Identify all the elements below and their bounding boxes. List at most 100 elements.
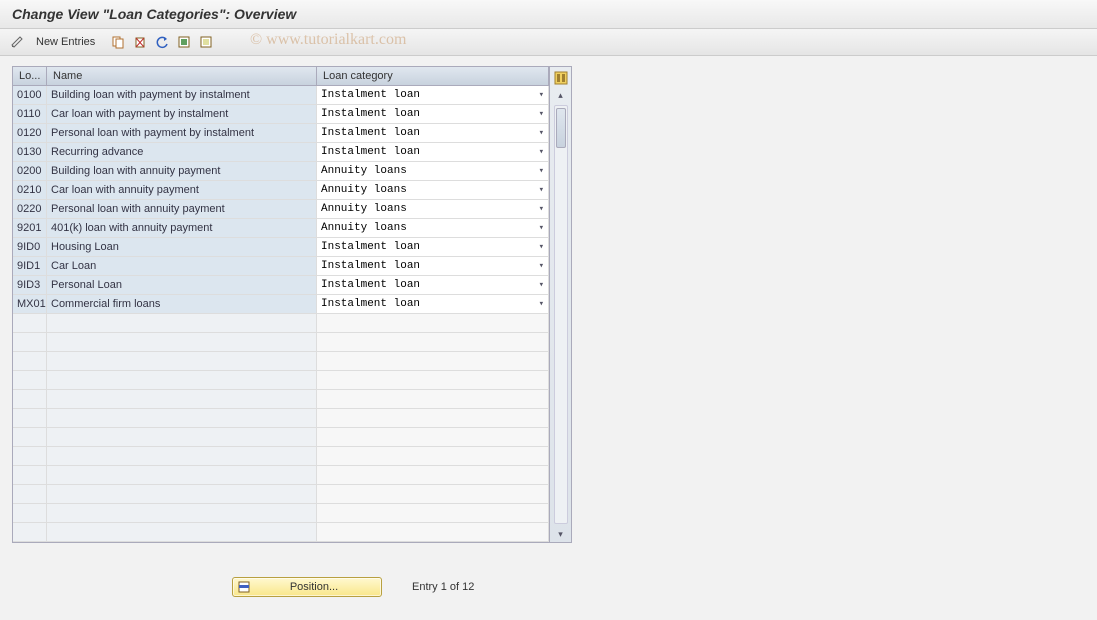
table-row-empty[interactable] — [13, 371, 549, 390]
toggle-edit-icon[interactable] — [8, 33, 26, 51]
cell-lo[interactable] — [13, 447, 47, 465]
cell-lo[interactable] — [13, 428, 47, 446]
cell-lo[interactable] — [13, 466, 47, 484]
col-header-name[interactable]: Name — [47, 67, 317, 85]
cell-lo[interactable]: 9ID3 — [13, 276, 47, 294]
cell-lo[interactable]: 0100 — [13, 86, 47, 104]
table-row-empty[interactable] — [13, 485, 549, 504]
cell-lo[interactable] — [13, 390, 47, 408]
cell-category-dropdown[interactable]: Instalment loan — [317, 295, 549, 313]
table-row[interactable]: 9ID3Personal LoanInstalment loan — [13, 276, 549, 295]
cell-lo[interactable] — [13, 333, 47, 351]
cell-category-dropdown[interactable]: Annuity loans — [317, 181, 549, 199]
table-row[interactable]: 0100Building loan with payment by instal… — [13, 86, 549, 105]
cell-name[interactable] — [47, 352, 317, 370]
table-row-empty[interactable] — [13, 428, 549, 447]
cell-category-dropdown[interactable]: Instalment loan — [317, 257, 549, 275]
cell-name[interactable] — [47, 466, 317, 484]
cell-name[interactable] — [47, 314, 317, 332]
table-row-empty[interactable] — [13, 390, 549, 409]
cell-name[interactable]: Building loan with payment by instalment — [47, 86, 317, 104]
cell-name[interactable] — [47, 409, 317, 427]
cell-category-dropdown[interactable]: Instalment loan — [317, 276, 549, 294]
cell-category-dropdown[interactable]: Annuity loans — [317, 162, 549, 180]
cell-name[interactable]: Commercial firm loans — [47, 295, 317, 313]
cell-lo[interactable]: 0130 — [13, 143, 47, 161]
cell-category-dropdown[interactable] — [317, 466, 549, 484]
cell-name[interactable]: Personal loan with payment by instalment — [47, 124, 317, 142]
cell-name[interactable]: Car loan with payment by instalment — [47, 105, 317, 123]
table-row[interactable]: 0130Recurring advanceInstalment loan — [13, 143, 549, 162]
cell-category-dropdown[interactable] — [317, 428, 549, 446]
cell-name[interactable] — [47, 333, 317, 351]
table-row[interactable]: MX01Commercial firm loansInstalment loan — [13, 295, 549, 314]
cell-category-dropdown[interactable] — [317, 447, 549, 465]
cell-name[interactable]: 401(k) loan with annuity payment — [47, 219, 317, 237]
cell-lo[interactable] — [13, 523, 47, 541]
cell-category-dropdown[interactable] — [317, 390, 549, 408]
cell-lo[interactable] — [13, 371, 47, 389]
cell-name[interactable]: Personal Loan — [47, 276, 317, 294]
table-row-empty[interactable] — [13, 523, 549, 542]
scroll-thumb[interactable] — [556, 108, 566, 148]
cell-category-dropdown[interactable] — [317, 504, 549, 522]
cell-category-dropdown[interactable] — [317, 523, 549, 541]
cell-lo[interactable]: 0200 — [13, 162, 47, 180]
undo-icon[interactable] — [153, 33, 171, 51]
cell-category-dropdown[interactable] — [317, 485, 549, 503]
table-row[interactable]: 0110Car loan with payment by instalmentI… — [13, 105, 549, 124]
table-row-empty[interactable] — [13, 409, 549, 428]
table-row-empty[interactable] — [13, 333, 549, 352]
cell-category-dropdown[interactable] — [317, 352, 549, 370]
position-button[interactable]: Position... — [232, 577, 382, 597]
cell-lo[interactable]: 9ID0 — [13, 238, 47, 256]
table-row-empty[interactable] — [13, 466, 549, 485]
cell-name[interactable] — [47, 371, 317, 389]
cell-lo[interactable] — [13, 409, 47, 427]
cell-lo[interactable]: MX01 — [13, 295, 47, 313]
table-row[interactable]: 0200Building loan with annuity paymentAn… — [13, 162, 549, 181]
table-row-empty[interactable] — [13, 352, 549, 371]
col-header-lo[interactable]: Lo... — [13, 67, 47, 85]
scroll-up-icon[interactable]: ▴ — [553, 87, 569, 103]
table-row[interactable]: 0220Personal loan with annuity paymentAn… — [13, 200, 549, 219]
cell-name[interactable]: Car loan with annuity payment — [47, 181, 317, 199]
cell-lo[interactable]: 0110 — [13, 105, 47, 123]
table-row-empty[interactable] — [13, 447, 549, 466]
table-row-empty[interactable] — [13, 504, 549, 523]
cell-category-dropdown[interactable]: Instalment loan — [317, 124, 549, 142]
cell-lo[interactable] — [13, 504, 47, 522]
delete-icon[interactable] — [131, 33, 149, 51]
table-row[interactable]: 9201401(k) loan with annuity paymentAnnu… — [13, 219, 549, 238]
cell-category-dropdown[interactable]: Instalment loan — [317, 238, 549, 256]
cell-lo[interactable]: 0210 — [13, 181, 47, 199]
cell-lo[interactable] — [13, 485, 47, 503]
cell-lo[interactable]: 0220 — [13, 200, 47, 218]
cell-category-dropdown[interactable]: Annuity loans — [317, 200, 549, 218]
cell-category-dropdown[interactable] — [317, 314, 549, 332]
cell-name[interactable]: Recurring advance — [47, 143, 317, 161]
cell-lo[interactable]: 9201 — [13, 219, 47, 237]
table-row[interactable]: 0120Personal loan with payment by instal… — [13, 124, 549, 143]
cell-name[interactable]: Housing Loan — [47, 238, 317, 256]
new-entries-button[interactable]: New Entries — [30, 34, 101, 50]
cell-lo[interactable] — [13, 314, 47, 332]
cell-name[interactable] — [47, 447, 317, 465]
cell-category-dropdown[interactable]: Instalment loan — [317, 143, 549, 161]
deselect-all-icon[interactable] — [197, 33, 215, 51]
cell-category-dropdown[interactable] — [317, 333, 549, 351]
table-row-empty[interactable] — [13, 314, 549, 333]
table-settings-icon[interactable] — [552, 69, 570, 87]
cell-category-dropdown[interactable] — [317, 409, 549, 427]
cell-name[interactable] — [47, 523, 317, 541]
col-header-category[interactable]: Loan category — [317, 67, 549, 85]
cell-category-dropdown[interactable]: Annuity loans — [317, 219, 549, 237]
table-row[interactable]: 0210Car loan with annuity paymentAnnuity… — [13, 181, 549, 200]
cell-category-dropdown[interactable] — [317, 371, 549, 389]
cell-category-dropdown[interactable]: Instalment loan — [317, 86, 549, 104]
scroll-track[interactable] — [554, 105, 568, 524]
cell-name[interactable] — [47, 485, 317, 503]
cell-category-dropdown[interactable]: Instalment loan — [317, 105, 549, 123]
cell-name[interactable] — [47, 390, 317, 408]
cell-lo[interactable] — [13, 352, 47, 370]
